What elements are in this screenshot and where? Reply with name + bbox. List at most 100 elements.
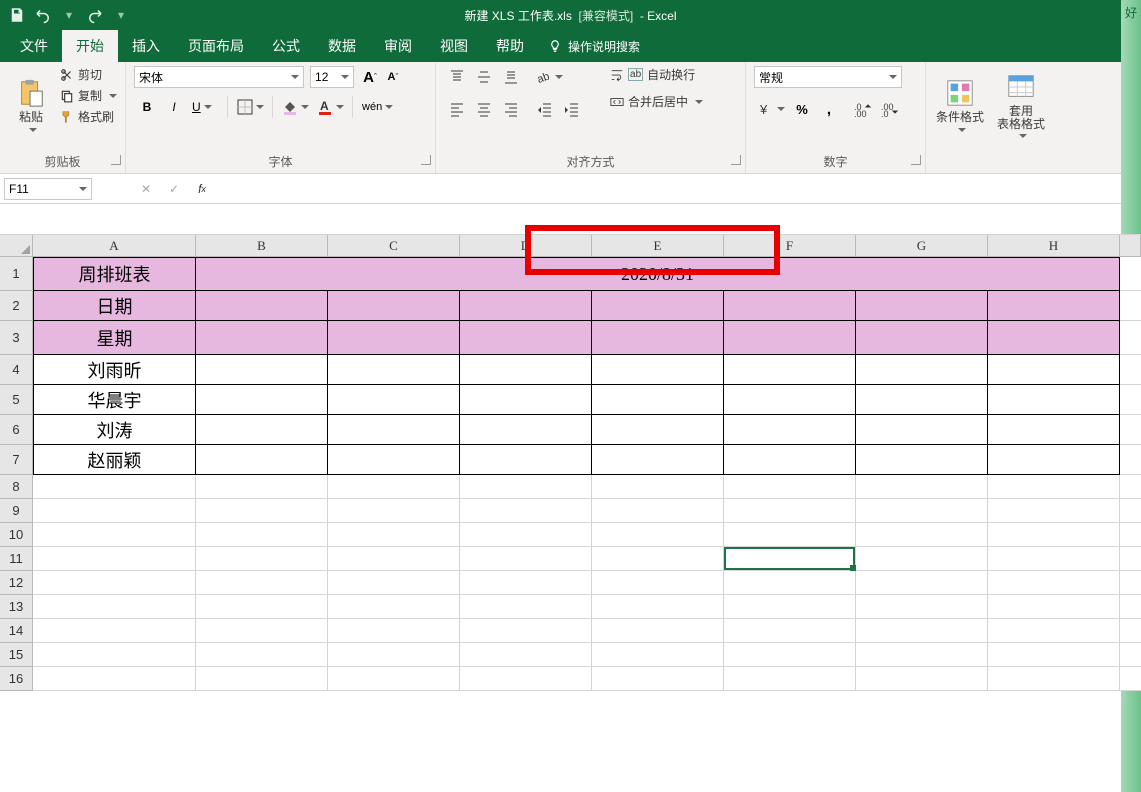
column-header[interactable]: A <box>33 235 196 257</box>
cell[interactable] <box>592 667 724 691</box>
cell[interactable] <box>460 571 592 595</box>
cell[interactable]: 星期 <box>33 321 196 355</box>
copy-button[interactable]: 复制 <box>60 87 117 104</box>
cell[interactable] <box>856 547 988 571</box>
tab-insert[interactable]: 插入 <box>118 30 174 62</box>
cell[interactable] <box>988 385 1120 415</box>
dialog-launcher-icon[interactable] <box>111 155 121 165</box>
cell[interactable] <box>196 499 328 523</box>
font-size-combo[interactable]: 12 <box>310 66 354 88</box>
fx-button[interactable]: fx <box>188 178 216 200</box>
row-header[interactable]: 13 <box>0 595 33 619</box>
cell[interactable] <box>856 571 988 595</box>
cell[interactable] <box>460 321 592 355</box>
row-header[interactable]: 14 <box>0 619 33 643</box>
align-right-button[interactable] <box>498 98 524 120</box>
column-header[interactable]: B <box>196 235 328 257</box>
decrease-decimal-button[interactable]: .00.0 <box>877 98 903 120</box>
comma-button[interactable]: , <box>816 98 842 120</box>
cell[interactable]: 刘涛 <box>33 415 196 445</box>
row-header[interactable]: 7 <box>0 445 33 475</box>
cell[interactable] <box>460 667 592 691</box>
cell[interactable] <box>33 643 196 667</box>
tab-help[interactable]: 帮助 <box>482 30 538 62</box>
cell[interactable] <box>856 445 988 475</box>
cell[interactable] <box>592 475 724 499</box>
dialog-launcher-icon[interactable] <box>911 155 921 165</box>
row-header[interactable]: 1 <box>0 257 33 291</box>
cell[interactable] <box>724 523 856 547</box>
cell[interactable] <box>328 355 460 385</box>
cell[interactable] <box>460 643 592 667</box>
cell[interactable] <box>328 385 460 415</box>
cell[interactable] <box>328 643 460 667</box>
percent-button[interactable]: % <box>789 98 815 120</box>
cell[interactable] <box>460 475 592 499</box>
align-top-button[interactable] <box>444 66 470 88</box>
cell[interactable] <box>724 355 856 385</box>
cell[interactable] <box>196 643 328 667</box>
font-color-button[interactable]: A <box>313 96 347 118</box>
cell[interactable] <box>196 475 328 499</box>
align-left-button[interactable] <box>444 98 470 120</box>
cell[interactable] <box>856 385 988 415</box>
increase-indent-button[interactable] <box>559 98 585 120</box>
cell[interactable] <box>460 499 592 523</box>
row-header[interactable]: 10 <box>0 523 33 547</box>
cell[interactable] <box>592 415 724 445</box>
row-header[interactable]: 9 <box>0 499 33 523</box>
cell[interactable] <box>592 355 724 385</box>
cell[interactable] <box>988 643 1120 667</box>
cell[interactable] <box>33 571 196 595</box>
tab-data[interactable]: 数据 <box>314 30 370 62</box>
cell[interactable] <box>196 415 328 445</box>
cell[interactable] <box>592 321 724 355</box>
cell[interactable] <box>988 355 1120 385</box>
dialog-launcher-icon[interactable] <box>731 155 741 165</box>
tab-file[interactable]: 文件 <box>6 30 62 62</box>
align-bottom-button[interactable] <box>498 66 524 88</box>
row-header[interactable]: 2 <box>0 291 33 321</box>
row-header[interactable]: 8 <box>0 475 33 499</box>
cell[interactable] <box>33 499 196 523</box>
cell[interactable] <box>328 571 460 595</box>
cell[interactable] <box>196 571 328 595</box>
name-box[interactable]: F11 <box>4 178 92 200</box>
phonetic-button[interactable]: wén <box>358 96 392 118</box>
redo-icon[interactable] <box>86 6 104 24</box>
cell[interactable]: 日期 <box>33 291 196 321</box>
cell[interactable] <box>988 291 1120 321</box>
cell[interactable] <box>592 619 724 643</box>
cell[interactable] <box>856 415 988 445</box>
cell[interactable] <box>988 595 1120 619</box>
cell[interactable] <box>328 667 460 691</box>
cell[interactable] <box>328 445 460 475</box>
tab-formulas[interactable]: 公式 <box>258 30 314 62</box>
cell[interactable] <box>988 415 1120 445</box>
cell[interactable]: 华晨宇 <box>33 385 196 415</box>
row-header[interactable]: 4 <box>0 355 33 385</box>
cell[interactable] <box>196 291 328 321</box>
cell[interactable] <box>724 595 856 619</box>
cell[interactable] <box>33 619 196 643</box>
cancel-formula-button[interactable]: ✕ <box>132 178 160 200</box>
column-header[interactable]: G <box>856 235 988 257</box>
tab-home[interactable]: 开始 <box>62 30 118 62</box>
decrease-indent-button[interactable] <box>532 98 558 120</box>
format-painter-button[interactable]: 格式刷 <box>60 108 117 125</box>
tab-view[interactable]: 视图 <box>426 30 482 62</box>
cell[interactable] <box>196 667 328 691</box>
font-name-combo[interactable]: 宋体 <box>134 66 304 88</box>
cell[interactable] <box>460 355 592 385</box>
cell[interactable] <box>196 595 328 619</box>
cell[interactable] <box>988 667 1120 691</box>
cell[interactable] <box>988 619 1120 643</box>
cell[interactable] <box>196 619 328 643</box>
cell[interactable] <box>724 643 856 667</box>
cell[interactable] <box>724 547 856 571</box>
cell[interactable] <box>856 619 988 643</box>
row-header[interactable]: 3 <box>0 321 33 355</box>
format-as-table-button[interactable]: 套用 表格格式 <box>992 66 1050 144</box>
cell[interactable] <box>988 445 1120 475</box>
cell[interactable] <box>592 571 724 595</box>
